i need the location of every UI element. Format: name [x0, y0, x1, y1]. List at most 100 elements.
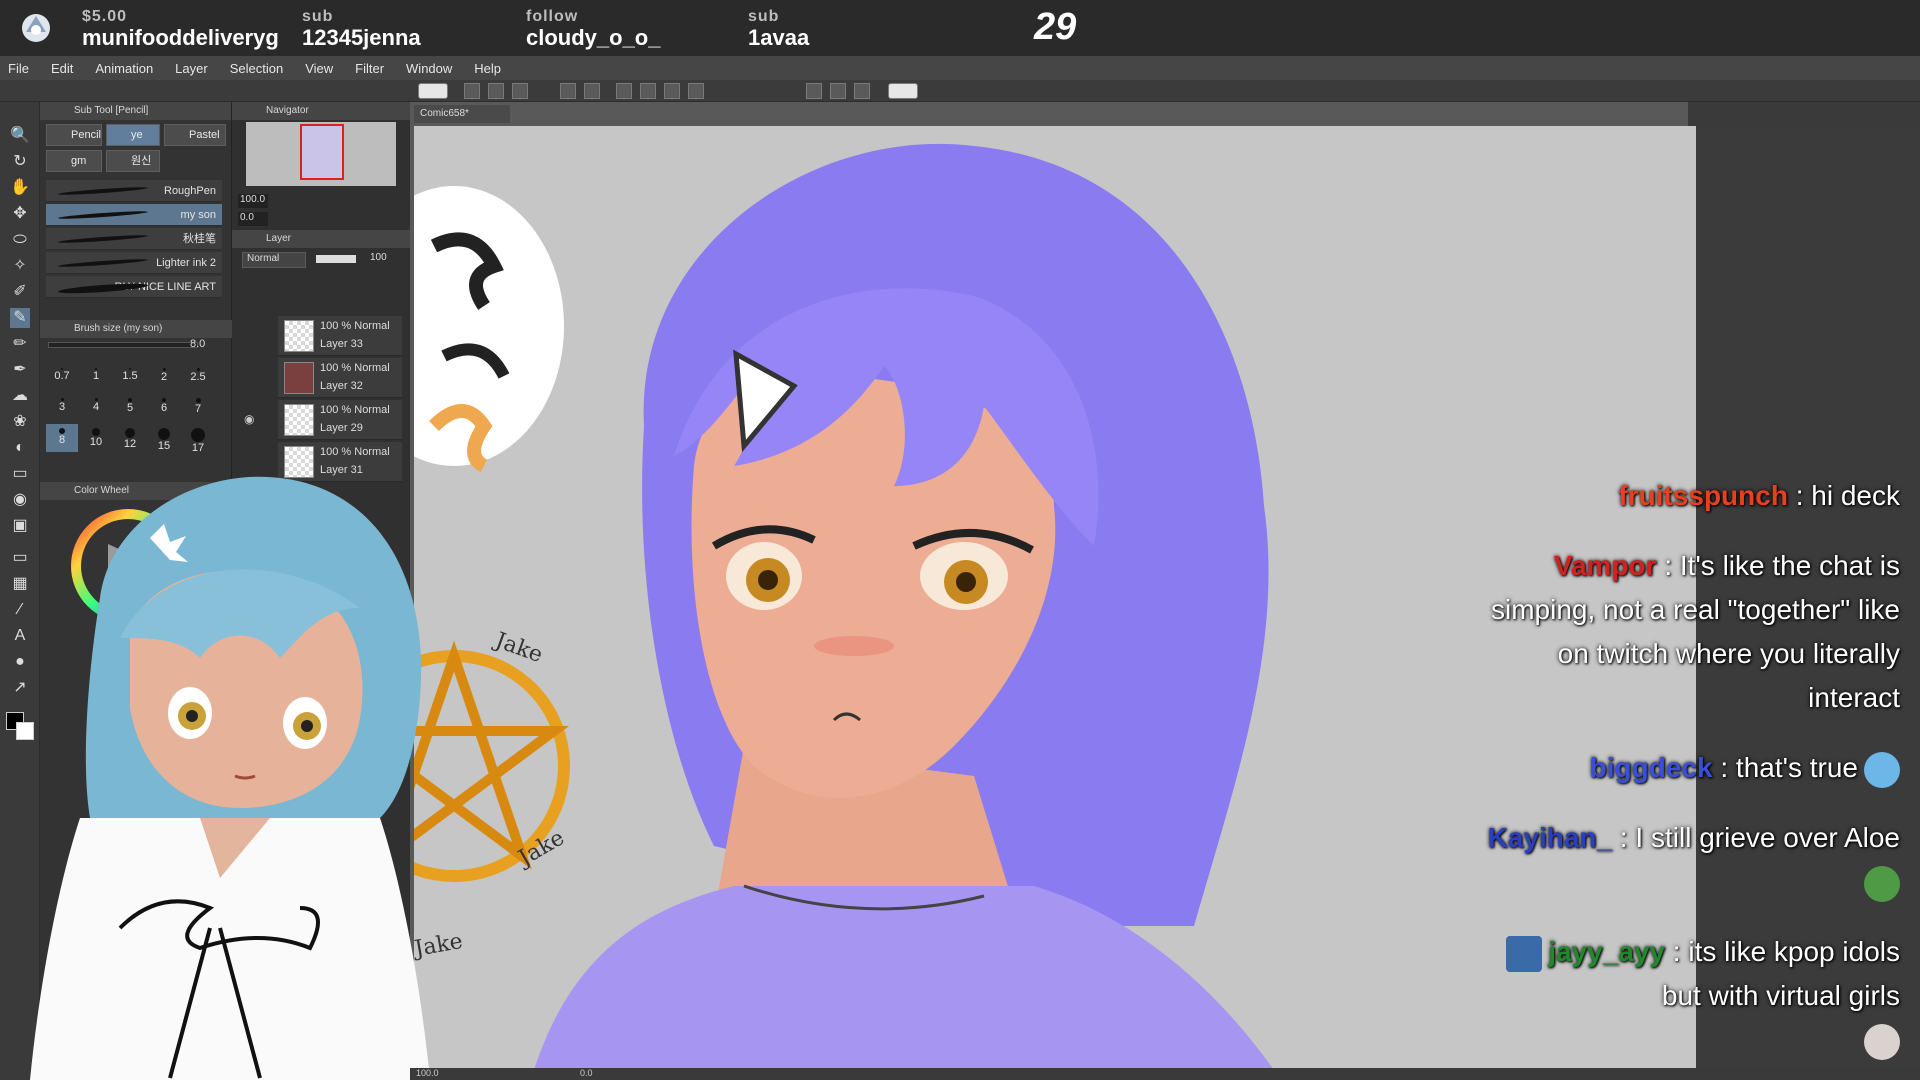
snap-grid-icon[interactable]	[854, 83, 870, 99]
brush-item[interactable]: RLY NICE LINE ART	[46, 276, 222, 298]
size-preset[interactable]: 1	[80, 364, 112, 392]
menu-edit[interactable]: Edit	[51, 61, 73, 76]
brush-item-selected[interactable]: my son	[46, 204, 222, 226]
blend-mode-select[interactable]: Normal	[242, 252, 306, 268]
hand-tool-icon[interactable]: ✋	[10, 178, 30, 198]
subtool-tab-wonsin[interactable]: 원신	[106, 150, 160, 172]
size-preset[interactable]: 1.5	[114, 364, 146, 392]
navigator-thumbnail[interactable]	[246, 122, 396, 186]
size-preset-label: 6	[160, 402, 168, 414]
open-file-icon[interactable]	[488, 83, 504, 99]
snap-special-ruler-icon[interactable]	[830, 83, 846, 99]
opacity-value[interactable]: 100	[370, 252, 387, 263]
fill-icon[interactable]	[664, 83, 680, 99]
chat-username: biggdeck	[1589, 752, 1713, 783]
size-preset[interactable]: 5	[114, 394, 146, 422]
snap-ruler-icon[interactable]	[806, 83, 822, 99]
size-preset[interactable]: 7	[182, 394, 214, 422]
size-preset[interactable]: 3	[46, 394, 78, 422]
new-file-icon[interactable]	[464, 83, 480, 99]
chat-emote-icon	[1864, 751, 1900, 788]
size-preset-label: 10	[89, 436, 103, 448]
layer-thumbnail	[284, 404, 314, 436]
menu-help[interactable]: Help	[474, 61, 501, 76]
size-preset[interactable]: 2.5	[182, 364, 214, 392]
subtool-tab-ye[interactable]: ye	[106, 124, 160, 146]
size-preset-label: 15	[157, 440, 171, 452]
selection-icon[interactable]	[616, 83, 632, 99]
subtool-tab-pastel[interactable]: Pastel	[164, 124, 226, 146]
lasso-tool-icon[interactable]: ⬭	[10, 230, 30, 250]
size-preset[interactable]: 17	[182, 424, 214, 454]
decoration-tool-icon[interactable]: ❀	[10, 412, 30, 432]
menu-filter[interactable]: Filter	[355, 61, 384, 76]
size-preset-label: 8	[58, 434, 66, 446]
redo-icon[interactable]	[584, 83, 600, 99]
size-preset[interactable]: 4	[80, 394, 112, 422]
size-preset[interactable]: 10	[80, 424, 112, 452]
subtool-header: Sub Tool [Pencil]	[40, 102, 231, 120]
size-preset-label: 2	[160, 371, 168, 383]
menu-view[interactable]: View	[305, 61, 333, 76]
status-zoom[interactable]: 100.0	[416, 1068, 439, 1078]
layer-row[interactable]: 100 % Normal Layer 32	[278, 358, 402, 398]
layer-row[interactable]: 100 % Normal Layer 29	[278, 400, 402, 440]
menu-window[interactable]: Window	[406, 61, 452, 76]
clip-logo-icon[interactable]	[418, 83, 448, 99]
chat-message: fruitsspunch : hi deck	[1470, 474, 1900, 518]
size-preset-selected[interactable]: 8	[46, 424, 78, 452]
opacity-slider[interactable]	[316, 255, 356, 263]
brush-item[interactable]: 秋桂笔	[46, 228, 222, 250]
pen-tool-icon[interactable]: ✎	[10, 308, 30, 328]
eye-visibility-icon[interactable]: ◉	[244, 412, 254, 426]
size-dot	[125, 428, 135, 438]
menu-selection[interactable]: Selection	[230, 61, 283, 76]
layer-info: 100 % Normal	[320, 320, 390, 332]
brush-size-slider[interactable]	[48, 342, 198, 348]
size-preset[interactable]: 0.7	[46, 364, 78, 392]
layer-row[interactable]: 100 % Normal Layer 33	[278, 316, 402, 356]
chat-text: hi deck	[1811, 480, 1900, 511]
brush-item[interactable]: RoughPen	[46, 180, 222, 202]
brush-stroke-preview	[57, 185, 149, 197]
navigator-zoom-value[interactable]: 100.0	[238, 194, 268, 208]
move-tool-icon[interactable]: ✥	[10, 204, 30, 224]
deselect-icon[interactable]	[640, 83, 656, 99]
size-preset[interactable]: 2	[148, 364, 180, 392]
size-preset[interactable]: 6	[148, 394, 180, 422]
command-bar	[0, 80, 1920, 102]
menu-animation[interactable]: Animation	[95, 61, 153, 76]
chat-message: jayy_ayy : its like kpop idols but with …	[1470, 930, 1900, 1062]
subtool-tab-pencil[interactable]: Pencil	[46, 124, 102, 146]
help-icon[interactable]	[888, 83, 918, 99]
blend-tool-icon[interactable]: ◐	[10, 438, 30, 458]
magic-wand-icon[interactable]: ✧	[10, 256, 30, 276]
zoom-tool-icon[interactable]: 🔍	[10, 126, 30, 146]
brush-stroke-preview	[57, 233, 149, 245]
navigator-view-frame	[300, 124, 344, 180]
brush-tool-icon[interactable]: ✒	[10, 360, 30, 380]
brush-item[interactable]: Lighter ink 2	[46, 252, 222, 274]
alert-sub: sub 1avaa	[748, 8, 809, 50]
chat-text: I still grieve over Aloe	[1635, 822, 1900, 853]
stream-counter: 29	[1034, 6, 1077, 48]
pencil-tool-icon[interactable]: ✏	[10, 334, 30, 354]
size-preset[interactable]: 12	[114, 424, 146, 452]
document-tab[interactable]: Comic658*	[414, 105, 510, 123]
stream-logo-icon	[22, 14, 50, 42]
airbrush-tool-icon[interactable]: ☁	[10, 386, 30, 406]
menu-file[interactable]: File	[8, 61, 29, 76]
alert-kind: $5.00	[82, 8, 128, 25]
transform-icon[interactable]	[688, 83, 704, 99]
size-preset[interactable]: 15	[148, 424, 180, 452]
menu-layer[interactable]: Layer	[175, 61, 208, 76]
chat-badge-icon	[1506, 935, 1543, 972]
pepe-emote-icon	[1864, 865, 1900, 902]
save-icon[interactable]	[512, 83, 528, 99]
eyedropper-icon[interactable]: ✐	[10, 282, 30, 302]
undo-icon[interactable]	[560, 83, 576, 99]
navigator-rotation-value[interactable]: 0.0	[238, 212, 268, 226]
subtool-tab-gm[interactable]: gm	[46, 150, 102, 172]
status-rotation[interactable]: 0.0	[580, 1068, 593, 1078]
rotate-tool-icon[interactable]: ↻	[10, 152, 30, 172]
